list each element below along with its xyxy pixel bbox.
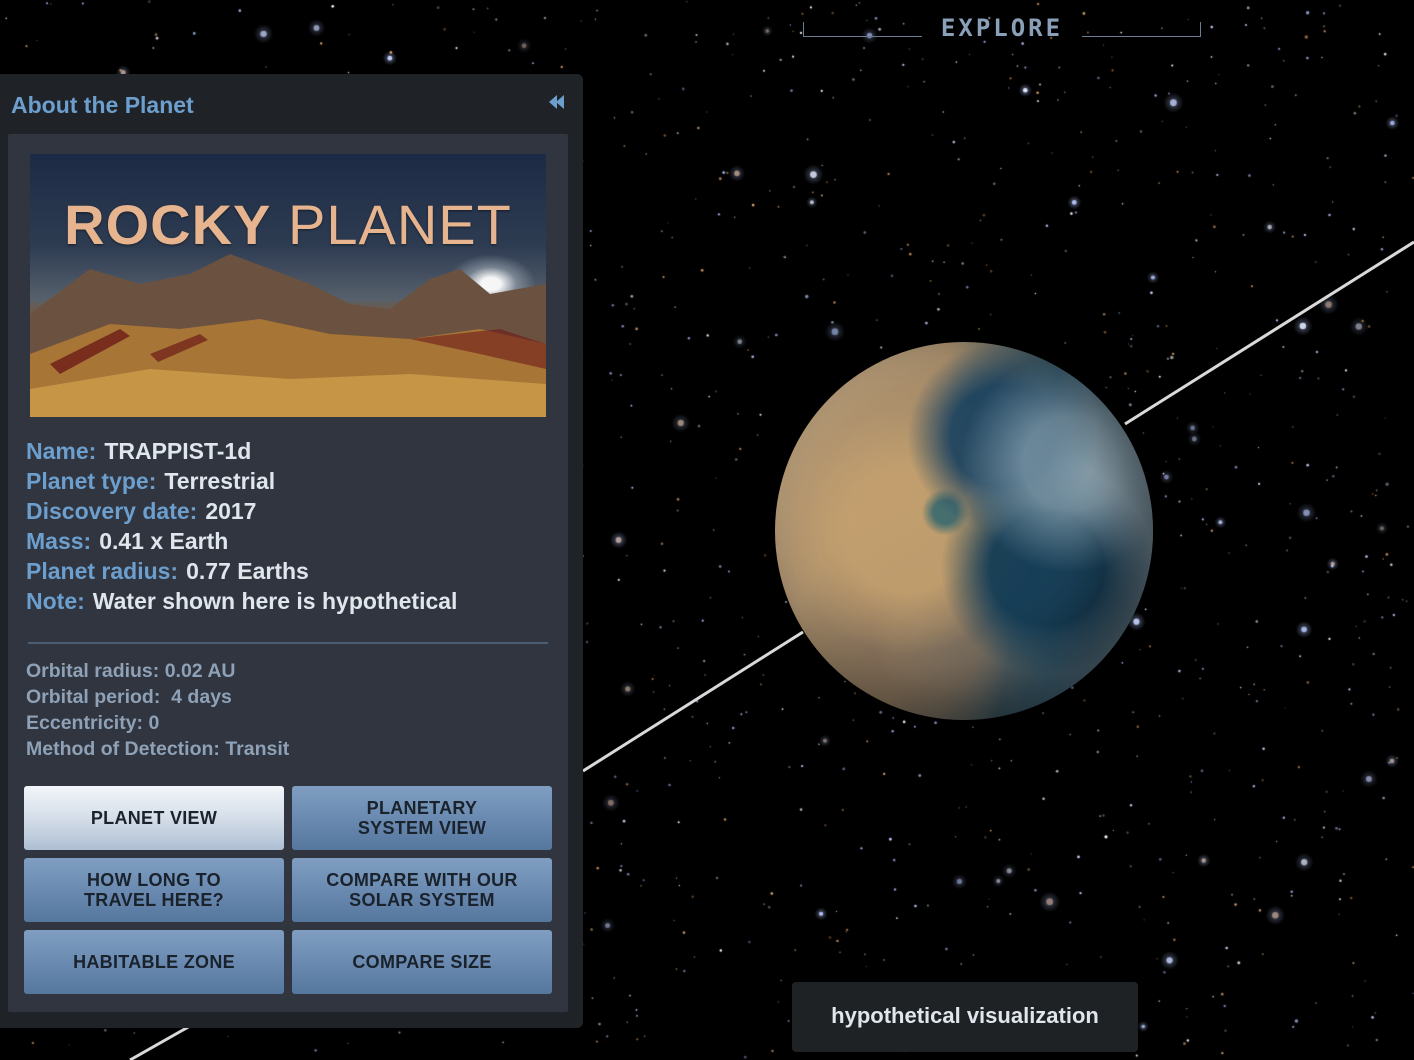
- fact-value: TRAPPIST-1d: [104, 438, 252, 464]
- fact-key: Name:: [26, 438, 97, 464]
- explore-header: EXPLORE: [803, 8, 1201, 44]
- fact-row-note: Note: Water shown here is hypothetical: [26, 586, 457, 616]
- about-planet-panel: About the Planet ROCKY PLANET Name: TRAP…: [0, 74, 583, 1028]
- orbit-line-segment-mid: [582, 630, 804, 773]
- orbit-facts: Orbital radius: 0.02 AU Orbital period: …: [26, 658, 289, 762]
- planet-visualization[interactable]: [775, 342, 1153, 720]
- compare-size-button[interactable]: COMPARE SIZE: [292, 930, 552, 994]
- orbit-line-segment-lower: [129, 1024, 191, 1060]
- banner-title-word1: ROCKY: [64, 193, 272, 256]
- orbit-line-segment-upper: [1124, 240, 1414, 426]
- fact-key: Note:: [26, 588, 85, 614]
- habitable-zone-button[interactable]: HABITABLE ZONE: [24, 930, 284, 994]
- collapse-panel-button[interactable]: [547, 92, 569, 112]
- detection-method: Method of Detection: Transit: [26, 738, 290, 760]
- planetary-system-view-button[interactable]: PLANETARY SYSTEM VIEW: [292, 786, 552, 850]
- banner-title-word2: PLANET: [287, 193, 512, 256]
- fact-value: Terrestrial: [164, 468, 276, 494]
- orbital-period: Orbital period: 4 days: [26, 686, 232, 708]
- fact-row-planet-radius: Planet radius: 0.77 Earths: [26, 556, 457, 586]
- double-chevron-left-icon: [549, 95, 564, 109]
- hypothetical-visualization-caption: hypothetical visualization: [792, 982, 1138, 1052]
- fact-key: Planet radius:: [26, 558, 179, 584]
- compare-solar-system-button[interactable]: COMPARE WITH OUR SOLAR SYSTEM: [292, 858, 552, 922]
- fact-key: Mass:: [26, 528, 92, 554]
- planet-facts: Name: TRAPPIST-1d Planet type: Terrestrial…: [26, 436, 457, 616]
- rocky-planet-banner-image: ROCKY PLANET: [30, 154, 546, 417]
- orbital-radius: Orbital radius: 0.02 AU: [26, 660, 236, 682]
- section-divider: [28, 642, 548, 644]
- fact-value: 2017: [205, 498, 257, 524]
- fact-value: 0.41 x Earth: [99, 528, 229, 554]
- fact-value: Water shown here is hypothetical: [92, 588, 458, 614]
- banner-title: ROCKY PLANET: [30, 192, 546, 257]
- explore-button[interactable]: EXPLORE: [803, 14, 1201, 42]
- fact-row-name: Name: TRAPPIST-1d: [26, 436, 457, 466]
- panel-content: ROCKY PLANET Name: TRAPPIST-1d Planet typ…: [8, 134, 568, 1012]
- panel-title: About the Planet: [11, 92, 194, 118]
- fact-row-planet-type: Planet type: Terrestrial: [26, 466, 457, 496]
- fact-key: Planet type:: [26, 468, 157, 494]
- fact-row-discovery-date: Discovery date: 2017: [26, 496, 457, 526]
- fact-key: Discovery date:: [26, 498, 198, 524]
- fact-value: 0.77 Earths: [186, 558, 309, 584]
- fact-row-mass: Mass: 0.41 x Earth: [26, 526, 457, 556]
- view-buttons: PLANET VIEW PLANETARY SYSTEM VIEW HOW LO…: [24, 786, 552, 994]
- eccentricity: Eccentricity: 0: [26, 712, 160, 734]
- travel-time-button[interactable]: HOW LONG TO TRAVEL HERE?: [24, 858, 284, 922]
- planet-view-button[interactable]: PLANET VIEW: [24, 786, 284, 850]
